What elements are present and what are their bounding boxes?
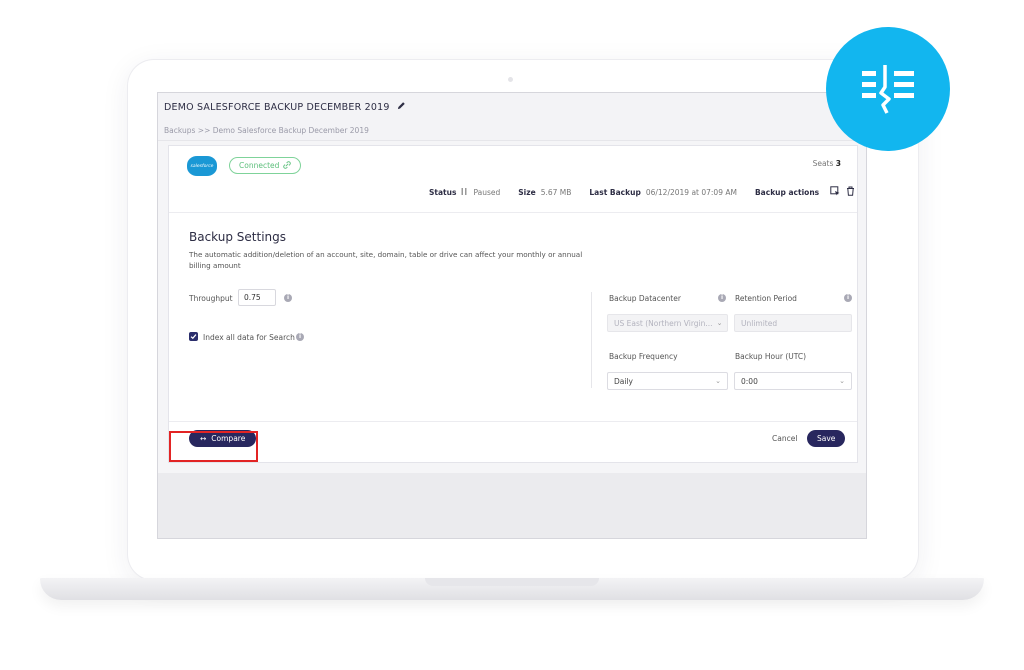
connected-status-badge: Connected [229, 157, 302, 174]
compare-arrows-icon: ↔ [200, 434, 207, 443]
last-backup-label: Last Backup [589, 187, 641, 197]
save-button[interactable]: Save [807, 430, 846, 447]
delete-trash-icon[interactable] [846, 186, 855, 198]
laptop-screen: DEMO SALESFORCE BACKUP DECEMBER 2019 Bac… [157, 92, 867, 539]
backup-card: salesforce Connected Seats 3 Status Paus… [168, 145, 858, 463]
frequency-value: Daily [614, 376, 633, 386]
breadcrumb[interactable]: Backups >> Demo Salesforce Backup Decemb… [164, 126, 369, 135]
seats-count: Seats 3 [813, 159, 841, 168]
seats-value: 3 [835, 159, 841, 168]
column-divider [591, 292, 592, 388]
datacenter-value: US East (Northern Virgin... [614, 318, 713, 328]
frequency-label: Backup Frequency [609, 352, 678, 361]
last-backup-value: 06/12/2019 at 07:09 AM [645, 187, 737, 197]
page-title-text: DEMO SALESFORCE BACKUP DECEMBER 2019 [164, 101, 390, 113]
compare-button[interactable]: ↔ Compare [189, 430, 257, 447]
retention-input: Unlimited [734, 314, 852, 332]
retention-info-icon[interactable]: i [844, 294, 852, 302]
settings-heading: Backup Settings [189, 230, 287, 244]
hour-select[interactable]: 0:00 ⌄ [734, 372, 852, 390]
chevron-down-icon: ⌄ [716, 319, 723, 327]
restore-backup-icon[interactable] [830, 186, 840, 198]
status-label: Status [429, 187, 457, 197]
laptop-notch [425, 578, 599, 586]
chevron-down-icon: ⌄ [715, 377, 721, 385]
edit-pencil-icon[interactable] [397, 101, 406, 113]
throughput-info-icon[interactable]: i [284, 294, 292, 302]
backup-actions-label: Backup actions [754, 187, 820, 197]
salesforce-logo-icon: salesforce [187, 156, 217, 176]
hour-value: 0:00 [741, 376, 758, 386]
index-search-label: Index all data for Search [203, 333, 295, 342]
datacenter-info-icon[interactable]: i [718, 294, 726, 302]
hour-label: Backup Hour (UTC) [735, 352, 807, 361]
seats-label: Seats [812, 159, 834, 168]
index-search-info-icon[interactable]: i [296, 333, 304, 341]
app-window: DEMO SALESFORCE BACKUP DECEMBER 2019 Bac… [158, 93, 866, 473]
frequency-select[interactable]: Daily ⌄ [607, 372, 728, 390]
cancel-button[interactable]: Cancel [772, 434, 797, 443]
brand-logo-icon [862, 65, 914, 114]
size-value: 5.67 MB [540, 187, 572, 197]
link-icon [283, 160, 292, 171]
app-header: DEMO SALESFORCE BACKUP DECEMBER 2019 Bac… [158, 93, 866, 141]
datacenter-label: Backup Datacenter [609, 294, 681, 303]
pause-icon [461, 187, 467, 197]
settings-description: The automatic addition/deletion of an ac… [189, 250, 583, 270]
brand-logo-badge [826, 27, 950, 151]
size-label: Size [518, 187, 536, 197]
divider [169, 212, 857, 213]
throughput-label: Throughput [189, 294, 233, 303]
connected-badge-label: Connected [239, 161, 280, 170]
retention-label: Retention Period [735, 294, 797, 303]
throughput-input[interactable] [238, 289, 276, 306]
page-title: DEMO SALESFORCE BACKUP DECEMBER 2019 [164, 101, 406, 113]
status-value: Paused [473, 187, 501, 197]
salesforce-logo-text: salesforce [190, 163, 214, 169]
datacenter-select[interactable]: US East (Northern Virgin... ⌄ [607, 314, 728, 332]
index-search-checkbox[interactable] [189, 332, 198, 341]
footer-divider [169, 421, 857, 422]
laptop-camera [508, 77, 513, 82]
retention-value: Unlimited [741, 318, 778, 328]
chevron-down-icon: ⌄ [839, 377, 845, 385]
backup-status-row: Status Paused Size 5.67 MB Last Backup 0… [429, 186, 855, 198]
compare-button-label: Compare [211, 434, 246, 443]
